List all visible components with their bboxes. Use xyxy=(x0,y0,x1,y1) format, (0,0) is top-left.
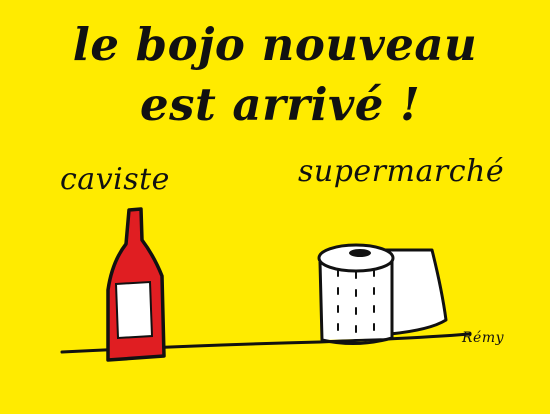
roll-top xyxy=(317,243,395,273)
cartoon-canvas: le bojo nouveau est arrivé ! caviste sup… xyxy=(0,0,550,414)
drawing xyxy=(60,207,472,362)
roll-sheet xyxy=(383,248,448,336)
wine-bottle-illustration xyxy=(106,207,166,362)
artist-signature: Rémy xyxy=(462,330,505,346)
roll-hole xyxy=(349,249,371,257)
bottle-label xyxy=(114,280,154,340)
paper-towel-roll-illustration xyxy=(317,243,448,346)
